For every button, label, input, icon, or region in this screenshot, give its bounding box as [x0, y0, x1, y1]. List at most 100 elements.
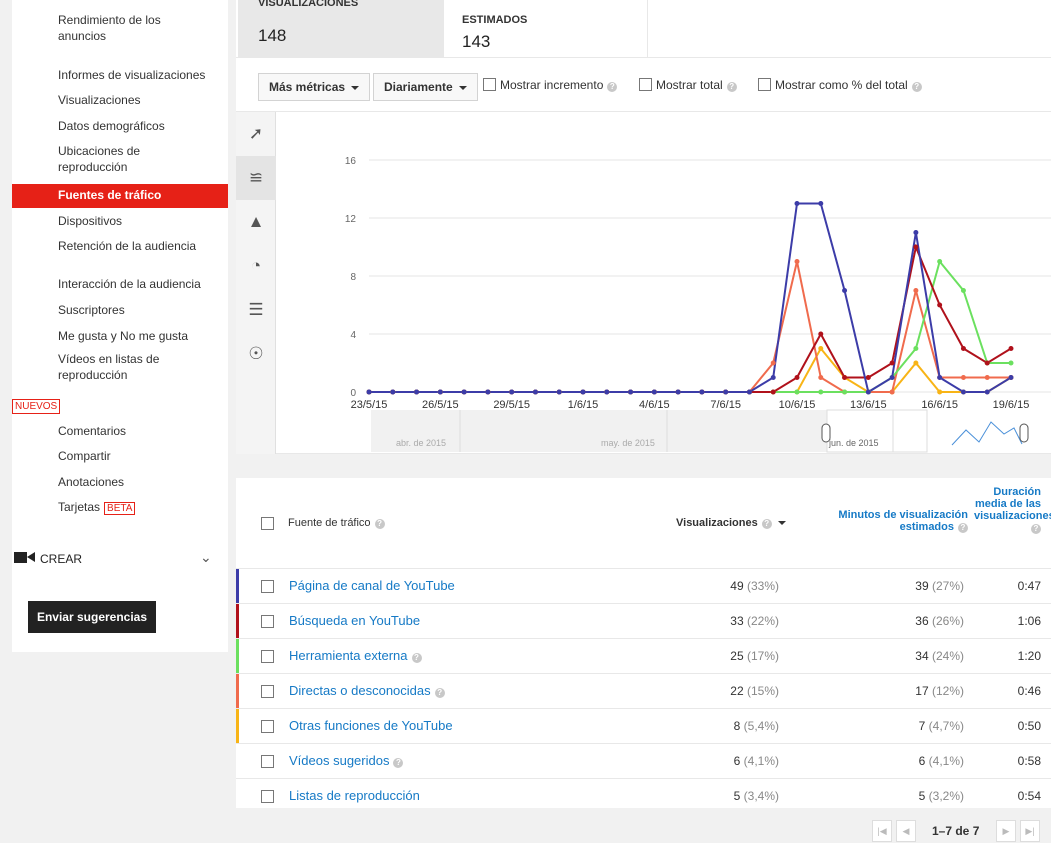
- show-pct-option[interactable]: Mostrar como % del total?: [758, 78, 922, 92]
- data-point[interactable]: [818, 346, 824, 351]
- data-point[interactable]: [984, 375, 990, 380]
- row-checkbox[interactable]: [261, 790, 274, 803]
- data-point[interactable]: [485, 389, 491, 395]
- data-point[interactable]: [437, 389, 443, 395]
- data-point[interactable]: [390, 389, 396, 395]
- globe-icon[interactable]: ☉: [236, 332, 276, 376]
- table-row[interactable]: Otras funciones de YouTube 8 (5,4%) 7 (4,7…: [236, 708, 1051, 743]
- sidebar-item-traffic-sources[interactable]: Fuentes de tráfico: [12, 184, 228, 208]
- table-row[interactable]: Página de canal de YouTube 49 (33%) 39 (27…: [236, 568, 1051, 603]
- data-point[interactable]: [937, 389, 943, 395]
- data-point[interactable]: [937, 302, 943, 308]
- data-point[interactable]: [984, 360, 990, 366]
- sidebar-item-demographics[interactable]: Datos demográficos: [58, 118, 165, 134]
- show-pct-checkbox[interactable]: [758, 78, 771, 91]
- sidebar-item-subscribers[interactable]: Suscriptores: [58, 302, 125, 318]
- data-point[interactable]: [770, 389, 776, 395]
- sidebar-item-likes[interactable]: Me gusta y No me gusta: [58, 328, 188, 344]
- sidebar-item-watch-reports[interactable]: Informes de visualizaciones: [58, 67, 205, 83]
- traffic-source-link[interactable]: Otras funciones de YouTube: [289, 718, 453, 733]
- area-chart-icon[interactable]: ▲: [236, 200, 276, 244]
- multi-line-chart-icon[interactable]: ≌: [236, 156, 276, 200]
- data-point[interactable]: [509, 389, 515, 395]
- help-icon[interactable]: ?: [911, 82, 922, 92]
- sidebar-item-comments[interactable]: Comentarios: [58, 423, 126, 439]
- data-point[interactable]: [865, 389, 871, 395]
- last-page-button[interactable]: ▶|: [1020, 820, 1040, 842]
- data-point[interactable]: [794, 389, 800, 395]
- help-icon[interactable]: ?: [393, 758, 404, 768]
- data-point[interactable]: [913, 288, 919, 293]
- column-header-duration[interactable]: Duración media de las visualizaciones?: [974, 486, 1051, 534]
- help-icon[interactable]: ?: [434, 688, 445, 698]
- data-point[interactable]: [960, 288, 966, 293]
- data-point[interactable]: [675, 389, 681, 395]
- row-checkbox[interactable]: [261, 720, 274, 733]
- data-point[interactable]: [461, 389, 467, 395]
- data-point[interactable]: [960, 389, 966, 395]
- sidebar-item-playback-locations[interactable]: Ubicaciones de reproducción: [58, 143, 140, 175]
- show-increment-option[interactable]: Mostrar incremento?: [483, 78, 618, 92]
- help-icon[interactable]: ?: [958, 523, 968, 533]
- data-point[interactable]: [889, 360, 895, 366]
- traffic-source-link[interactable]: Listas de reproducción: [289, 788, 420, 803]
- row-checkbox[interactable]: [261, 755, 274, 768]
- show-total-checkbox[interactable]: [639, 78, 652, 91]
- traffic-source-link[interactable]: Vídeos sugeridos?: [289, 753, 404, 768]
- sidebar-item-annotations[interactable]: Anotaciones: [58, 474, 124, 490]
- row-checkbox[interactable]: [261, 650, 274, 663]
- row-checkbox[interactable]: [261, 615, 274, 628]
- data-point[interactable]: [414, 389, 420, 395]
- pie-chart-icon[interactable]: ◔: [236, 244, 276, 288]
- range-navigator[interactable]: abr. de 2015 may. de 2015 jun. de 2015: [371, 409, 1029, 453]
- sidebar-item-cards[interactable]: Tarjetas BETA: [58, 499, 136, 517]
- bar-chart-icon[interactable]: ☰: [236, 288, 276, 332]
- help-icon[interactable]: ?: [411, 653, 422, 663]
- select-all-checkbox[interactable]: [261, 517, 274, 530]
- data-point[interactable]: [770, 360, 776, 366]
- sidebar-item-ad-performance[interactable]: Rendimiento de los anuncios: [58, 12, 161, 44]
- data-point[interactable]: [818, 375, 824, 380]
- help-icon[interactable]: ?: [607, 82, 618, 92]
- traffic-source-link[interactable]: Herramienta externa?: [289, 648, 422, 663]
- table-row[interactable]: Directas o desconocidas? 22 (15%) 17 (12%)…: [236, 673, 1051, 708]
- data-point[interactable]: [699, 389, 705, 395]
- data-point[interactable]: [723, 389, 729, 395]
- data-point[interactable]: [604, 389, 610, 395]
- column-header-views[interactable]: Visualizaciones?: [676, 517, 786, 529]
- data-point[interactable]: [1008, 346, 1014, 351]
- data-point[interactable]: [628, 389, 634, 395]
- navigator-right-handle[interactable]: [1019, 423, 1029, 443]
- data-point[interactable]: [818, 201, 824, 206]
- sidebar-item-devices[interactable]: Dispositivos: [58, 213, 122, 229]
- row-checkbox[interactable]: [261, 580, 274, 593]
- traffic-source-link[interactable]: Búsqueda en YouTube: [289, 613, 420, 628]
- data-point[interactable]: [366, 389, 372, 395]
- data-point[interactable]: [937, 375, 943, 380]
- table-row[interactable]: Herramienta externa? 25 (17%) 34 (24%) 1:20: [236, 638, 1051, 673]
- first-page-button[interactable]: |◀: [872, 820, 892, 842]
- help-icon[interactable]: ?: [374, 519, 385, 529]
- column-header-minutes[interactable]: Minutos de visualización estimados?: [818, 509, 968, 533]
- traffic-source-link[interactable]: Página de canal de YouTube: [289, 578, 455, 593]
- prev-page-button[interactable]: ◀: [896, 820, 916, 842]
- row-checkbox[interactable]: [261, 685, 274, 698]
- metric-estimated[interactable]: ESTIMADOS 143: [446, 0, 648, 58]
- data-point[interactable]: [889, 375, 895, 380]
- data-point[interactable]: [818, 389, 824, 395]
- traffic-source-link[interactable]: Directas o desconocidas?: [289, 683, 445, 698]
- data-point[interactable]: [960, 375, 966, 380]
- data-point[interactable]: [1008, 375, 1014, 380]
- data-point[interactable]: [794, 201, 800, 206]
- data-point[interactable]: [960, 346, 966, 351]
- help-icon[interactable]: ?: [1031, 524, 1041, 534]
- sidebar-item-engagement-reports[interactable]: Interacción de la audiencia: [58, 276, 201, 292]
- data-point[interactable]: [770, 375, 776, 380]
- data-point[interactable]: [818, 331, 824, 337]
- create-section[interactable]: CREAR ⌄: [12, 549, 228, 569]
- data-point[interactable]: [532, 389, 538, 395]
- data-point[interactable]: [865, 375, 871, 380]
- sidebar-item-audience-retention[interactable]: Retención de la audiencia: [58, 238, 196, 254]
- sidebar-item-playlists[interactable]: Vídeos en listas de reproducción: [58, 351, 159, 383]
- data-point[interactable]: [842, 389, 848, 395]
